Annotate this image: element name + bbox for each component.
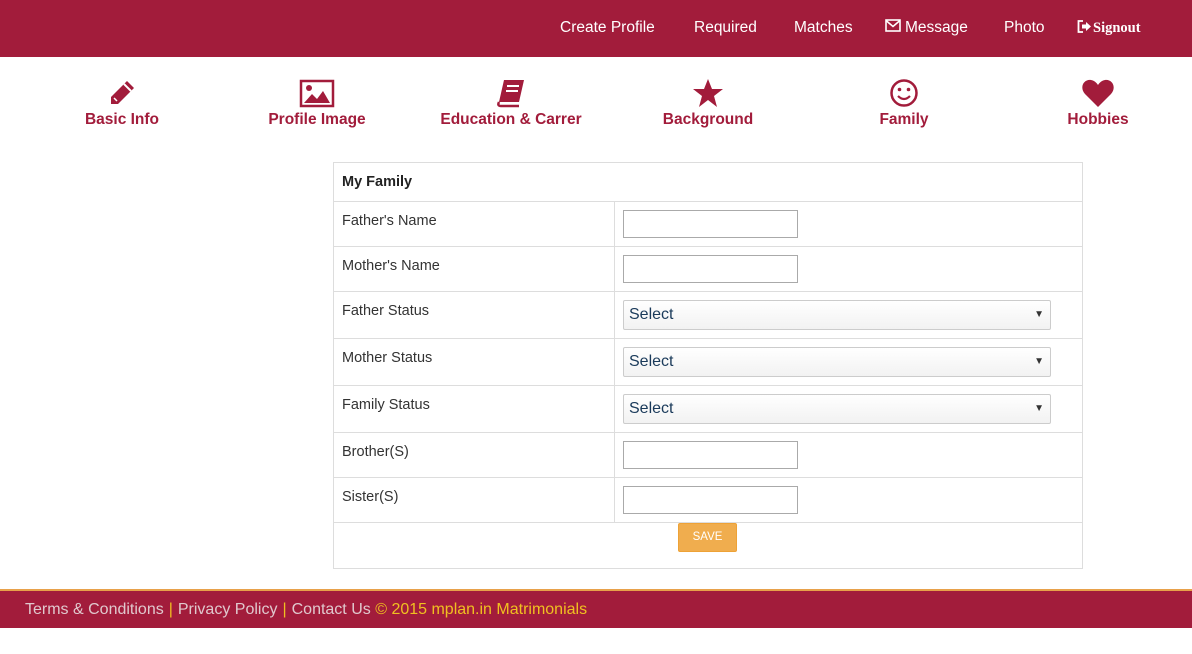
column-divider	[614, 478, 615, 522]
book-icon	[497, 80, 524, 108]
tab-family[interactable]: Family	[824, 78, 984, 138]
footer: Terms & Conditions | Privacy Policy | Contac…	[0, 589, 1192, 628]
form-row-father-status: Father Status Select ▼	[334, 292, 1082, 339]
mother-status-select-value: Select	[629, 353, 674, 370]
terms-link[interactable]: Terms & Conditions	[25, 601, 164, 618]
dropdown-arrow-icon: ▼	[1034, 403, 1044, 414]
nav-message[interactable]: Message	[885, 0, 968, 57]
column-divider	[614, 386, 615, 432]
tab-hobbies-label: Hobbies	[1067, 111, 1129, 128]
mothers-name-label: Mother's Name	[342, 258, 440, 274]
envelope-icon	[885, 0, 901, 56]
family-status-select[interactable]: Select ▼	[623, 394, 1051, 424]
footer-links: Terms & Conditions | Privacy Policy | Contac…	[25, 601, 587, 619]
save-button[interactable]: SAVE	[678, 523, 737, 552]
form-row-mothers-name: Mother's Name	[334, 247, 1082, 292]
form-row-mother-status: Mother Status Select ▼	[334, 339, 1082, 386]
brothers-label: Brother(S)	[342, 444, 409, 460]
smiley-icon	[890, 79, 918, 107]
brothers-input[interactable]	[623, 441, 798, 469]
dropdown-arrow-icon: ▼	[1034, 309, 1044, 320]
tab-education-label: Education & Carrer	[440, 111, 582, 128]
privacy-link[interactable]: Privacy Policy	[178, 601, 278, 618]
form-title: My Family	[334, 163, 1082, 202]
tab-family-label: Family	[879, 111, 929, 128]
father-status-select-value: Select	[629, 306, 674, 323]
form-row-sisters: Sister(S)	[334, 478, 1082, 523]
copyright-text: © 2015 mplan.in Matrimonials	[375, 601, 588, 618]
fathers-name-label: Father's Name	[342, 213, 437, 229]
star-icon	[693, 79, 723, 107]
my-family-form: My Family Father's Name Mother's Name Fa…	[333, 162, 1083, 569]
mothers-name-input[interactable]	[623, 255, 798, 283]
nav-required[interactable]: Required	[694, 0, 757, 57]
tab-background-label: Background	[662, 111, 754, 128]
father-status-select[interactable]: Select ▼	[623, 300, 1051, 330]
nav-signout-label: Signout	[1093, 20, 1141, 36]
footer-separator: |	[168, 601, 173, 618]
nav-create-profile-label: Create Profile	[560, 19, 655, 36]
form-row-family-status: Family Status Select ▼	[334, 386, 1082, 433]
tab-profile-image-label: Profile Image	[268, 111, 366, 128]
pencil-icon	[111, 81, 134, 104]
tab-basic-info-label: Basic Info	[84, 111, 160, 128]
heart-icon	[1082, 79, 1114, 107]
column-divider	[614, 202, 615, 246]
tab-basic-info[interactable]: Basic Info	[42, 78, 202, 138]
family-status-select-value: Select	[629, 400, 674, 417]
sisters-input[interactable]	[623, 486, 798, 514]
column-divider	[614, 247, 615, 291]
tab-hobbies[interactable]: Hobbies	[1018, 78, 1178, 138]
form-row-brothers: Brother(S)	[334, 433, 1082, 478]
tab-profile-image[interactable]: Profile Image	[237, 78, 397, 138]
footer-separator: |	[282, 601, 287, 618]
father-status-label: Father Status	[342, 303, 430, 319]
image-icon	[299, 79, 335, 108]
contact-link[interactable]: Contact Us	[292, 601, 371, 618]
tab-background[interactable]: Background	[628, 78, 788, 138]
nav-required-label: Required	[694, 19, 757, 36]
fathers-name-input[interactable]	[623, 210, 798, 238]
signout-icon	[1077, 1, 1092, 57]
column-divider	[614, 433, 615, 477]
column-divider	[614, 339, 615, 385]
nav-create-profile[interactable]: Create Profile	[560, 0, 655, 57]
mother-status-label: Mother Status	[342, 350, 433, 366]
form-row-fathers-name: Father's Name	[334, 202, 1082, 247]
nav-matches-label: Matches	[794, 19, 853, 36]
top-navbar: Create Profile Required Matches Message …	[0, 0, 1192, 57]
sisters-label: Sister(S)	[342, 489, 399, 505]
nav-matches[interactable]: Matches	[794, 0, 853, 57]
nav-message-label: Message	[905, 19, 968, 37]
dropdown-arrow-icon: ▼	[1034, 356, 1044, 367]
mother-status-select[interactable]: Select ▼	[623, 347, 1051, 377]
nav-photo[interactable]: Photo	[1004, 0, 1045, 57]
tab-education[interactable]: Education & Carrer	[431, 78, 591, 138]
nav-signout[interactable]: Signout	[1077, 0, 1141, 57]
column-divider	[614, 292, 615, 338]
nav-photo-label: Photo	[1004, 19, 1045, 36]
family-status-label: Family Status	[342, 397, 430, 413]
